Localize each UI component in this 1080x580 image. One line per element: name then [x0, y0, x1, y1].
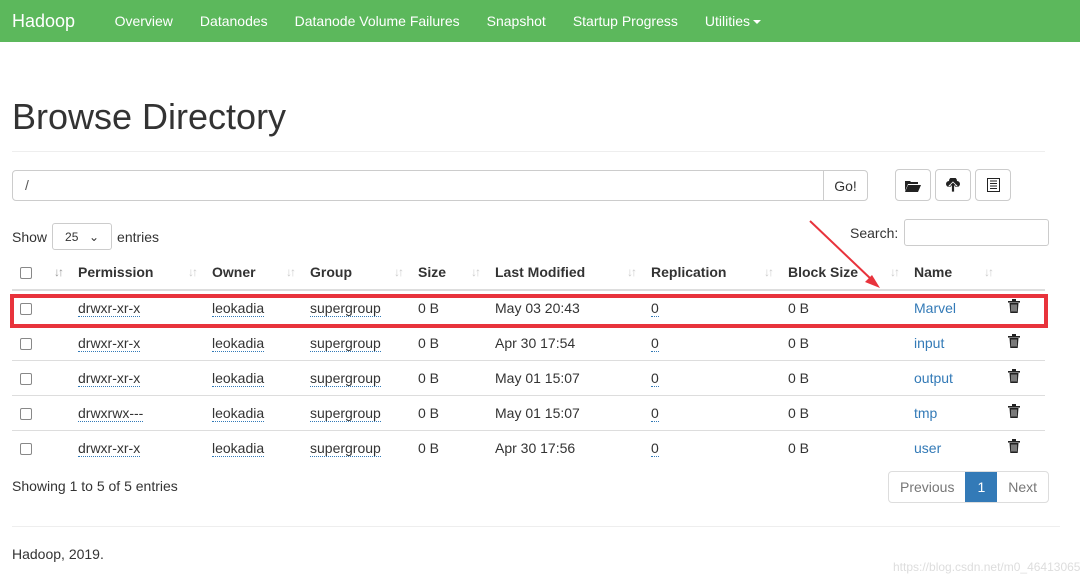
- divider: [12, 526, 1060, 527]
- table-info: Showing 1 to 5 of 5 entries: [12, 478, 178, 494]
- next-button[interactable]: Next: [997, 472, 1048, 502]
- watermark: https://blog.csdn.net/m0_46413065: [893, 560, 1080, 574]
- pagination: Previous 1 Next: [888, 471, 1050, 503]
- page-1-button[interactable]: 1: [965, 472, 998, 502]
- previous-button[interactable]: Previous: [889, 472, 965, 502]
- footer: Hadoop, 2019.: [12, 546, 104, 562]
